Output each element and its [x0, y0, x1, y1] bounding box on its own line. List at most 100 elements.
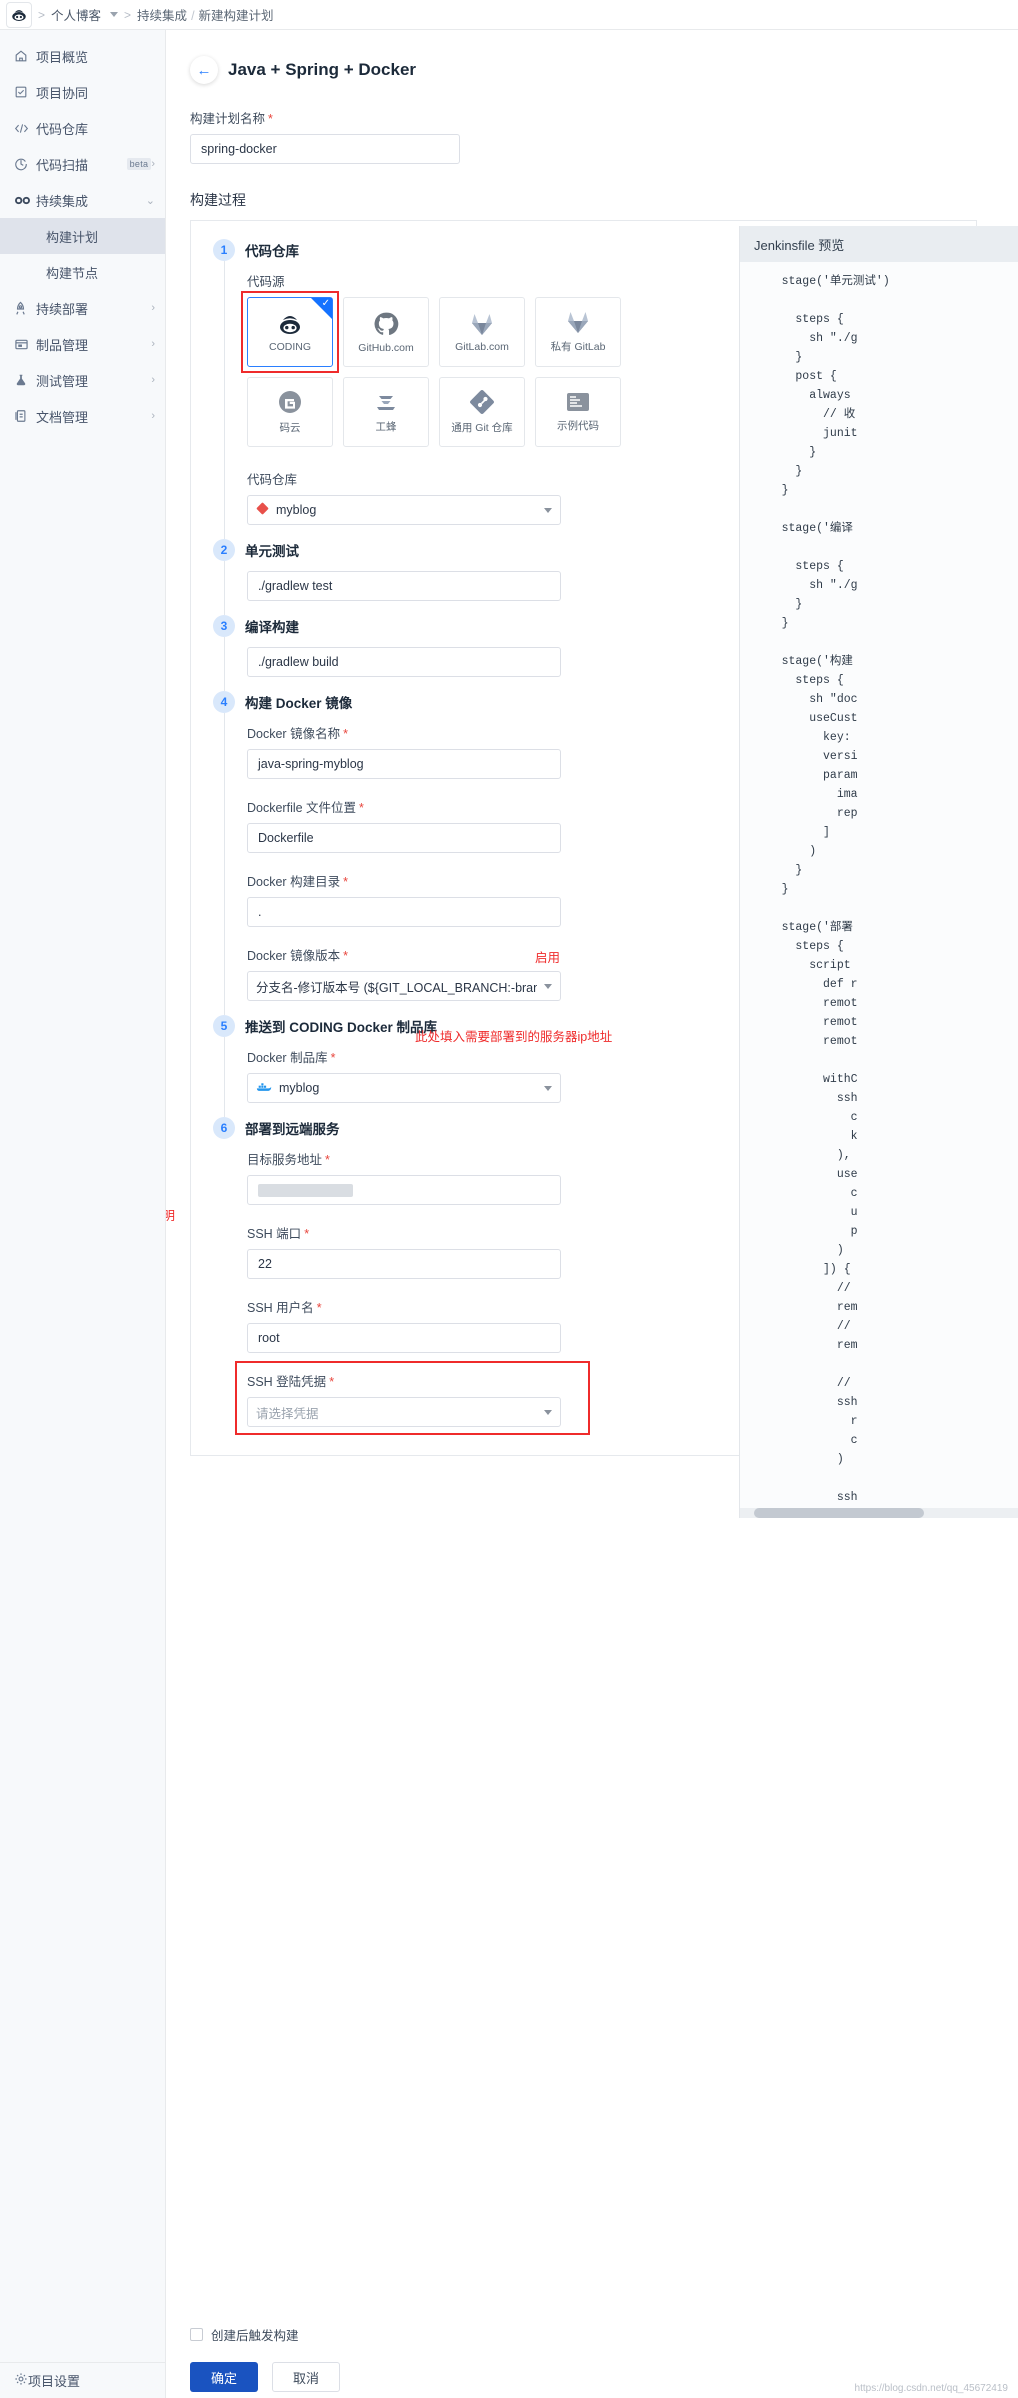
home-icon: [14, 49, 36, 63]
source-card-label: 码云: [279, 422, 301, 434]
masked-host-value: [258, 1183, 353, 1197]
source-card-label: GitHub.com: [358, 341, 414, 354]
chevron-down-icon[interactable]: [544, 1409, 552, 1415]
docker-registry-select[interactable]: myblog: [247, 1073, 561, 1103]
plan-name-value: spring-docker: [201, 142, 277, 156]
sidebar-item-project-settings[interactable]: 项目设置: [0, 2362, 165, 2398]
page-header: ← Java + Spring + Docker: [166, 30, 1018, 84]
source-card-sample-code[interactable]: 示例代码: [535, 377, 621, 447]
beta-badge: beta: [126, 158, 152, 170]
docker-registry-value: myblog: [279, 1081, 320, 1095]
page-title: Java + Spring + Docker: [228, 60, 417, 79]
sidebar-item-code-scan[interactable]: 代码扫描 beta ›: [0, 146, 165, 182]
sidebar-item-label: 制品管理: [36, 337, 89, 353]
source-card-gitlab[interactable]: GitLab.com: [439, 297, 525, 367]
unit-test-command-value: ./gradlew test: [258, 579, 333, 593]
ssh-port-input[interactable]: 22: [247, 1249, 561, 1279]
chevron-down-icon[interactable]: [544, 507, 552, 513]
repo-select-value: myblog: [276, 503, 317, 517]
confirm-button[interactable]: 确定: [190, 2362, 258, 2392]
code-icon: [14, 122, 36, 135]
scan-icon: [14, 157, 36, 171]
source-card-label: 通用 Git 仓库: [451, 422, 513, 434]
sidebar-item-label: 项目概览: [36, 49, 89, 65]
source-card-github[interactable]: GitHub.com: [343, 297, 429, 367]
source-card-label: 私有 GitLab: [550, 341, 606, 353]
chevron-right-icon[interactable]: ›: [151, 374, 155, 386]
repo-select[interactable]: myblog: [247, 495, 561, 525]
dockerfile-path-input[interactable]: Dockerfile: [247, 823, 561, 853]
sidebar-item-cd[interactable]: 持续部署 ›: [0, 290, 165, 326]
chevron-down-icon[interactable]: [544, 1085, 552, 1091]
sidebar-item-test-mgmt[interactable]: 测试管理 ›: [0, 362, 165, 398]
check-square-icon: [14, 85, 36, 99]
breadcrumb-slash: /: [191, 9, 195, 23]
sidebar-item-project-collab[interactable]: 项目协同: [0, 74, 165, 110]
chevron-right-icon[interactable]: ›: [151, 302, 155, 314]
source-card-label: 示例代码: [557, 420, 599, 432]
sidebar-item-code-repo[interactable]: 代码仓库: [0, 110, 165, 146]
step-title: 代码仓库: [245, 244, 299, 259]
trigger-build-checkbox[interactable]: [190, 2328, 203, 2341]
source-card-coding[interactable]: ✓ CODING: [247, 297, 333, 367]
step-title: 编译构建: [245, 620, 299, 635]
build-process-section-title: 构建过程: [190, 192, 246, 208]
jenkinsfile-code[interactable]: stage('单元测试') steps { sh "./g } post { a…: [740, 262, 1018, 1518]
chevron-right-icon[interactable]: ›: [151, 410, 155, 422]
source-card-generic-git[interactable]: 通用 Git 仓库: [439, 377, 525, 447]
sidebar-item-build-plan[interactable]: 构建计划: [0, 218, 165, 254]
sidebar-item-docs[interactable]: 文档管理 ›: [0, 398, 165, 434]
scrollbar-thumb[interactable]: [754, 1508, 924, 1518]
source-card-label: GitLab.com: [455, 340, 509, 353]
watermark: https://blog.csdn.net/qq_45672419: [854, 2383, 1008, 2394]
breadcrumb-sep-2: >: [124, 7, 132, 22]
sidebar-item-project-overview[interactable]: 项目概览: [0, 38, 165, 74]
cancel-button[interactable]: 取消: [272, 2362, 340, 2392]
jenkinsfile-horizontal-scrollbar[interactable]: [740, 1508, 1018, 1518]
unit-test-command-input[interactable]: ./gradlew test: [247, 571, 561, 601]
target-host-input[interactable]: [247, 1175, 561, 1205]
gear-icon: [14, 2372, 28, 2389]
chevron-right-icon[interactable]: ›: [151, 158, 155, 170]
source-card-gongfeng[interactable]: 工蜂: [343, 377, 429, 447]
sidebar-item-build-node[interactable]: 构建节点: [0, 254, 165, 290]
step-number: 4: [213, 691, 235, 713]
source-card-gitee[interactable]: 码云: [247, 377, 333, 447]
sidebar-item-ci[interactable]: 持续集成 ⌄: [0, 182, 165, 218]
jenkinsfile-preview-panel: Jenkinsfile 预览 stage('单元测试') steps { sh …: [739, 226, 1018, 1518]
annotation-credential: 这步很关键，在下方有详细说明: [166, 1209, 176, 1223]
ssh-user-value: root: [258, 1331, 280, 1345]
sidebar-item-label: 代码仓库: [36, 121, 89, 137]
coding-monkey-logo[interactable]: [6, 1, 32, 28]
chevron-down-icon[interactable]: [544, 983, 552, 989]
rocket-icon: [14, 301, 36, 316]
build-command-input[interactable]: ./gradlew build: [247, 647, 561, 677]
sidebar-item-label: 项目设置: [28, 2374, 81, 2389]
required-asterisk: *: [268, 112, 273, 126]
dockerfile-path-value: Dockerfile: [258, 831, 314, 845]
jenkinsfile-preview-title: Jenkinsfile 预览: [740, 226, 1018, 262]
top-breadcrumb-bar: > 个人博客 > 持续集成 / 新建构建计划: [0, 0, 1018, 30]
docker-image-name-input[interactable]: java-spring-myblog: [247, 749, 561, 779]
ssh-user-input[interactable]: root: [247, 1323, 561, 1353]
sidebar-item-artifacts[interactable]: 制品管理 ›: [0, 326, 165, 362]
chevron-right-icon[interactable]: ›: [151, 338, 155, 350]
docker-build-dir-input[interactable]: .: [247, 897, 561, 927]
ssh-credential-select[interactable]: 请选择凭据: [247, 1397, 561, 1427]
breadcrumb-project[interactable]: 个人博客: [51, 5, 101, 24]
chevron-down-icon[interactable]: [110, 12, 119, 17]
plan-name-input[interactable]: spring-docker: [190, 134, 460, 164]
breadcrumb-module[interactable]: 持续集成: [137, 9, 187, 23]
sidebar-item-label: 持续部署: [36, 301, 89, 317]
arrow-left-icon[interactable]: ←: [190, 56, 218, 84]
book-icon: [14, 409, 36, 423]
step-title: 部署到远端服务: [245, 1122, 340, 1137]
docker-image-name-value: java-spring-myblog: [258, 757, 364, 771]
trigger-build-row[interactable]: 创建后触发构建: [190, 2325, 1018, 2344]
sidebar-item-label: 构建节点: [46, 265, 99, 281]
docker-image-version-select[interactable]: 分支名-修订版本号 (${GIT_LOCAL_BRANCH:-branch}-$…: [247, 971, 561, 1001]
source-card-private-gitlab[interactable]: 私有 GitLab: [535, 297, 621, 367]
docker-image-version-value: 分支名-修订版本号 (${GIT_LOCAL_BRANCH:-branch}-$…: [256, 980, 537, 995]
step-number: 6: [213, 1117, 235, 1139]
chevron-down-icon[interactable]: ⌄: [146, 194, 155, 207]
